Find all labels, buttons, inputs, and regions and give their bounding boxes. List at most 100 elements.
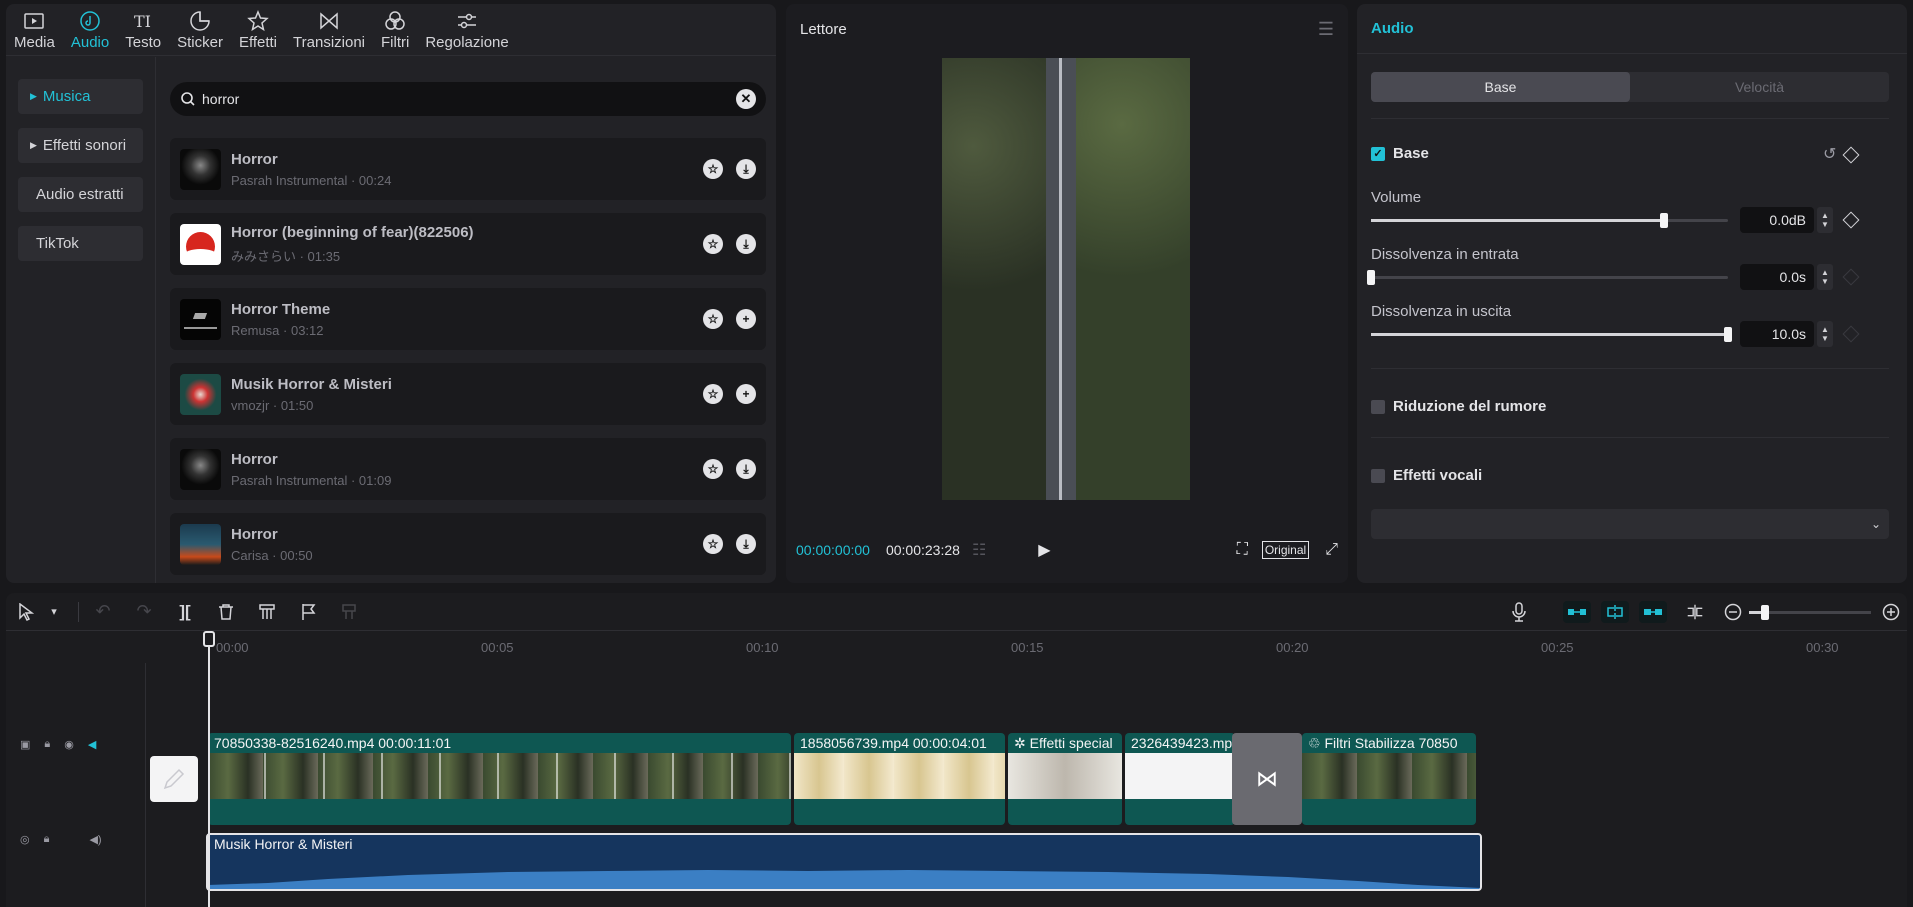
original-ratio-button[interactable]: Original xyxy=(1261,541,1310,559)
add-icon[interactable]: + xyxy=(736,309,756,329)
transition-marker[interactable]: ⋈ xyxy=(1232,733,1302,825)
voice-effects-checkbox[interactable] xyxy=(1371,468,1385,483)
grid-icon[interactable]: ☷ xyxy=(972,540,986,560)
list-item[interactable]: Horror (beginning of fear)(822506) みみさらい … xyxy=(170,213,766,275)
zoom-slider-knob[interactable] xyxy=(1761,604,1769,620)
tab-sticker[interactable]: Sticker xyxy=(169,4,231,56)
video-clip[interactable]: ♲ Filtri Stabilizza 70850 xyxy=(1302,733,1476,825)
favorite-star-icon[interactable]: ☆ xyxy=(703,234,723,254)
visibility-eye-icon[interactable]: ◉ xyxy=(64,738,74,751)
playhead-handle[interactable] xyxy=(203,631,215,647)
zoom-out-icon[interactable] xyxy=(1723,602,1743,622)
tab-speed[interactable]: Velocità xyxy=(1630,72,1889,102)
preview-axis-icon[interactable] xyxy=(1685,602,1705,622)
split-icon[interactable]: ][ xyxy=(175,602,195,622)
fit-screen-icon[interactable]: ⛶ xyxy=(1237,541,1248,559)
list-item[interactable]: Horror Pasrah Instrumental · 00:24 ☆ ⤓ xyxy=(170,138,766,200)
tab-base[interactable]: Base xyxy=(1371,72,1630,102)
volume-value-field[interactable]: 0.0dB xyxy=(1740,207,1814,233)
nav-item-extracted-audio[interactable]: Audio estratti xyxy=(18,177,143,212)
volume-stepper[interactable]: ▲ ▼ xyxy=(1817,207,1833,233)
clear-search-button[interactable]: ✕ xyxy=(736,89,756,109)
favorite-star-icon[interactable]: ☆ xyxy=(703,159,723,179)
fade-in-stepper[interactable]: ▲ ▼ xyxy=(1817,264,1833,290)
keyframe-icon[interactable] xyxy=(1842,211,1860,229)
redo-icon[interactable]: ↷ xyxy=(134,601,154,622)
zoom-slider[interactable] xyxy=(1749,604,1871,620)
tab-filters[interactable]: Filtri xyxy=(373,4,417,56)
clip-frame xyxy=(208,753,267,799)
list-item[interactable]: Horror Theme Remusa · 03:12 ☆ + xyxy=(170,288,766,350)
favorite-star-icon[interactable]: ☆ xyxy=(703,534,723,554)
fade-out-stepper[interactable]: ▲ ▼ xyxy=(1817,321,1833,347)
microphone-icon[interactable] xyxy=(1509,602,1529,622)
slider-knob[interactable] xyxy=(1724,327,1732,342)
top-tabs: Media Audio TI Testo Sticker Effetti Tra… xyxy=(6,4,776,56)
crop-frame-icon[interactable] xyxy=(339,602,359,622)
slider-knob[interactable] xyxy=(1367,270,1375,285)
tab-media[interactable]: Media xyxy=(6,4,63,56)
noise-reduction-checkbox[interactable] xyxy=(1371,399,1385,414)
video-preview[interactable] xyxy=(942,58,1190,500)
effect-clip[interactable]: ✲ Effetti special xyxy=(1008,733,1122,825)
base-checkbox[interactable]: ✓ xyxy=(1371,146,1385,161)
tab-effects[interactable]: Effetti xyxy=(231,4,285,56)
favorite-star-icon[interactable]: ☆ xyxy=(703,459,723,479)
auto-snap-toggle[interactable] xyxy=(1601,601,1629,623)
marker-flag-icon[interactable] xyxy=(298,602,318,622)
fullscreen-icon[interactable]: ⤢ xyxy=(1325,541,1338,559)
list-item[interactable]: Horror Pasrah Instrumental · 01:09 ☆ ⤓ xyxy=(170,438,766,500)
menu-icon[interactable]: ☰ xyxy=(1318,19,1334,40)
linkage-toggle[interactable] xyxy=(1639,601,1667,623)
track-audio-icon[interactable]: ◀ xyxy=(88,738,96,751)
reset-icon[interactable]: ↺ xyxy=(1823,144,1836,164)
tab-adjust[interactable]: Regolazione xyxy=(417,4,516,56)
fade-in-value-field[interactable]: 0.0s xyxy=(1740,264,1814,290)
video-clip[interactable]: 2326439423.mp4 00: xyxy=(1125,733,1235,825)
mute-speaker-icon[interactable]: ◀) xyxy=(89,833,101,846)
video-clip[interactable]: 70850338-82516240.mp4 00:00:11:01 xyxy=(208,733,791,825)
clip-label: ♲ Filtri Stabilizza 70850 xyxy=(1308,735,1458,751)
time-ruler[interactable]: 00:00 00:05 00:10 00:15 00:20 00:25 00:3… xyxy=(146,632,1907,662)
divider xyxy=(1371,437,1889,438)
fade-out-value-field[interactable]: 10.0s xyxy=(1740,321,1814,347)
slider-knob[interactable] xyxy=(1659,213,1668,228)
favorite-star-icon[interactable]: ☆ xyxy=(703,384,723,404)
play-icon[interactable]: ▶ xyxy=(1038,540,1050,560)
select-pointer-icon[interactable] xyxy=(16,602,36,622)
nav-item-music[interactable]: ▶ Musica xyxy=(18,79,143,114)
voice-effects-dropdown[interactable]: ⌄ xyxy=(1371,509,1889,539)
main-track-magnet-toggle[interactable] xyxy=(1563,601,1591,623)
zoom-in-icon[interactable] xyxy=(1881,602,1901,622)
list-item[interactable]: Horror Carisa · 00:50 ☆ ⤓ xyxy=(170,513,766,575)
favorite-star-icon[interactable]: ☆ xyxy=(703,309,723,329)
lock-icon[interactable]: 🔒︎ xyxy=(44,833,50,846)
download-icon[interactable]: ⤓ xyxy=(736,459,756,479)
chevron-down-icon[interactable]: ▾ xyxy=(44,602,64,622)
list-item[interactable]: Musik Horror & Misteri vmozjr · 01:50 ☆ + xyxy=(170,363,766,425)
add-icon[interactable]: + xyxy=(736,384,756,404)
tab-text[interactable]: TI Testo xyxy=(117,4,169,56)
search-bar[interactable]: horror ✕ xyxy=(170,82,766,116)
download-icon[interactable]: ⤓ xyxy=(736,234,756,254)
volume-slider[interactable] xyxy=(1371,213,1728,228)
freeze-frame-icon[interactable] xyxy=(257,602,277,622)
tab-transitions[interactable]: Transizioni xyxy=(285,4,373,56)
delete-icon[interactable] xyxy=(216,602,236,622)
cover-thumbnail[interactable] xyxy=(150,756,198,802)
audio-clip[interactable]: Musik Horror & Misteri xyxy=(206,833,1482,891)
download-icon[interactable]: ⤓ xyxy=(736,534,756,554)
keyframe-icon[interactable] xyxy=(1842,146,1860,164)
undo-icon[interactable]: ↶ xyxy=(93,601,113,622)
nav-item-sound-effects[interactable]: ▶ Effetti sonori xyxy=(18,128,143,163)
clip-frame xyxy=(266,753,325,799)
video-clip[interactable]: 1858056739.mp4 00:00:04:01 xyxy=(794,733,1005,825)
tab-audio[interactable]: Audio xyxy=(63,4,117,56)
nav-item-tiktok[interactable]: TikTok xyxy=(18,226,143,261)
fade-out-slider[interactable] xyxy=(1371,327,1732,342)
fade-in-slider[interactable] xyxy=(1367,270,1728,285)
lock-icon[interactable]: 🔒︎ xyxy=(44,738,50,751)
playhead[interactable] xyxy=(203,631,215,907)
download-icon[interactable]: ⤓ xyxy=(736,159,756,179)
search-input[interactable]: horror xyxy=(202,91,736,107)
